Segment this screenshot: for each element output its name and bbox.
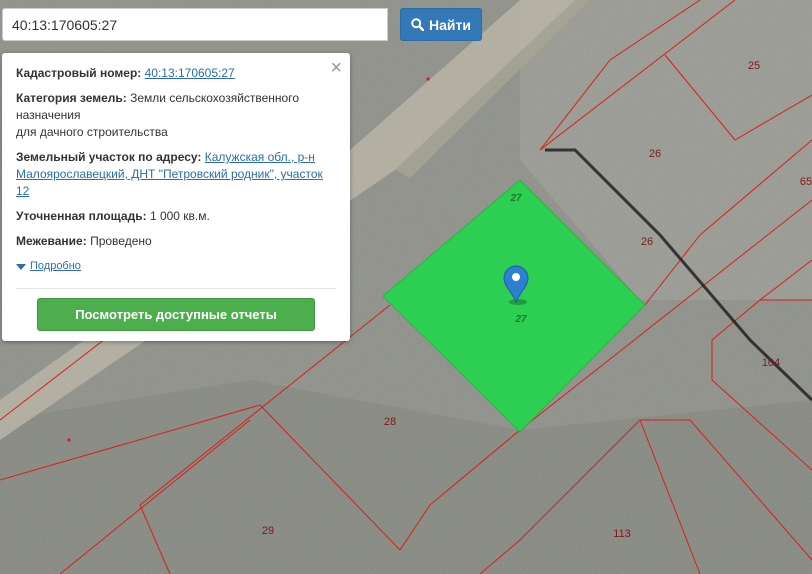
parcel-label: 28 — [384, 416, 396, 428]
search-icon — [411, 18, 425, 31]
search-button[interactable]: Найти — [400, 8, 482, 41]
parcel-label: 27 — [509, 193, 522, 204]
address-label: Земельный участок по адресу: — [16, 150, 202, 164]
area-row: Уточненная площадь: 1 000 кв.м. — [16, 208, 336, 225]
close-icon[interactable]: × — [330, 58, 342, 78]
cadastral-number-link[interactable]: 40:13:170605:27 — [145, 66, 235, 80]
more-details-toggle[interactable]: Подробно — [16, 258, 336, 275]
cadastral-label: Кадастровый номер: — [16, 66, 142, 80]
area-label: Уточненная площадь: — [16, 209, 147, 223]
search-input[interactable] — [2, 8, 388, 41]
survey-value: Проведено — [90, 234, 152, 248]
parcel-label: 29 — [262, 525, 274, 537]
parcel-label: 25 — [748, 60, 760, 72]
category-label: Категория земель: — [16, 91, 127, 105]
view-reports-button[interactable]: Посмотреть доступные отчеты — [37, 298, 315, 331]
search-bar: Найти — [2, 8, 482, 41]
area-value: 1 000 кв.м. — [149, 209, 210, 223]
caret-down-icon — [16, 263, 26, 270]
parcel-label: 26 — [641, 236, 653, 248]
map-dot — [426, 77, 430, 81]
survey-label: Межевание: — [16, 234, 87, 248]
more-details-label[interactable]: Подробно — [30, 258, 81, 275]
parcel-label: 26 — [649, 148, 661, 160]
parcel-label: 65 — [800, 176, 812, 188]
survey-row: Межевание: Проведено — [16, 233, 336, 250]
category-subvalue: для дачного строительства — [16, 125, 168, 139]
divider — [16, 288, 336, 289]
address-row: Земельный участок по адресу: Калужская о… — [16, 149, 336, 200]
parcel-label: 104 — [762, 357, 780, 369]
parcel-label: 27 — [514, 314, 527, 325]
parcel-info-panel: × Кадастровый номер: 40:13:170605:27 Кат… — [2, 53, 350, 341]
land-category-row: Категория земель: Земли сельскохозяйстве… — [16, 90, 336, 141]
cadastral-number-row: Кадастровый номер: 40:13:170605:27 — [16, 65, 336, 82]
parcel-label: 113 — [613, 528, 631, 540]
map-dot — [67, 438, 71, 442]
search-button-label: Найти — [429, 16, 471, 33]
